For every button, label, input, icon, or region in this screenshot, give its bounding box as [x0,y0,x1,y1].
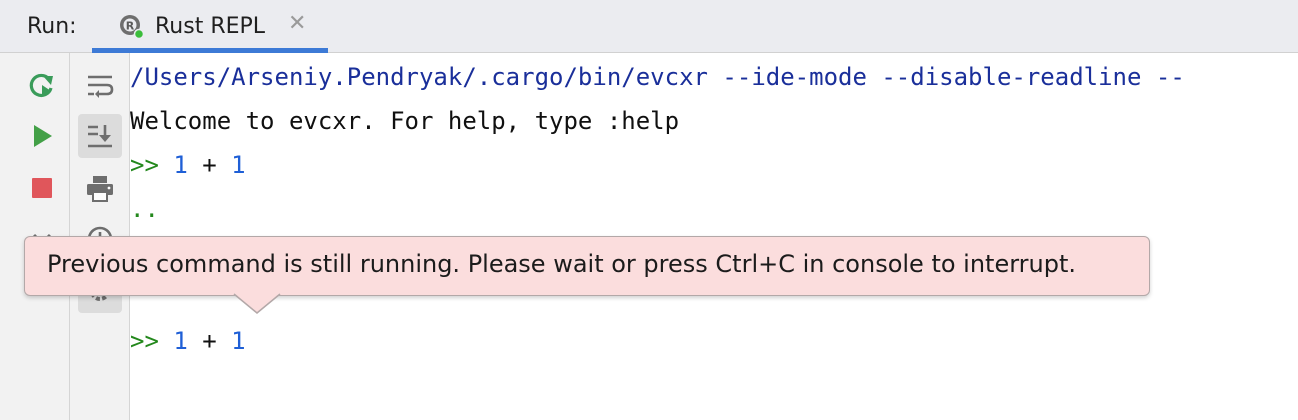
run-button[interactable] [20,114,64,158]
rust-repl-icon: R [120,15,145,40]
console-entry: >> 1 + 1 [130,143,246,187]
tooltip-pointer [233,293,281,314]
run-toolbar: Run: R Rust REPL ✕ [0,0,1298,53]
tooltip-message: Previous command is still running. Pleas… [47,250,1077,278]
run-icon [34,125,52,147]
welcome-message: Welcome to evcxr. For help, type :help [130,107,680,135]
tab-rust-repl[interactable]: R Rust REPL ✕ [92,0,328,53]
rerun-icon [29,73,53,98]
command-line: /Users/Arseniy.Pendryak/.cargo/bin/evcxr… [130,63,1185,91]
operand: 1 [173,151,188,179]
svg-text:R: R [126,20,135,33]
tab-title: Rust REPL [155,14,266,39]
print-button[interactable] [78,166,122,210]
error-tooltip: Previous command is still running. Pleas… [24,236,1150,296]
stop-button[interactable] [20,166,64,210]
operator: + [202,327,217,355]
continuation-prompt: .. [130,195,159,223]
console-entry: >> 1 + 1 [130,319,246,363]
scroll-to-end-icon [88,125,112,148]
operand: 1 [231,151,246,179]
operand: 1 [231,327,246,355]
print-icon [87,176,113,202]
run-label: Run: [27,14,77,39]
soft-wrap-button[interactable] [78,63,122,107]
prompt: >> [130,327,159,355]
stop-icon [32,178,52,198]
operand: 1 [173,327,188,355]
operator: + [202,151,217,179]
soft-wrap-icon [88,75,114,98]
close-tab-icon[interactable]: ✕ [288,11,306,36]
prompt: >> [130,151,159,179]
rerun-button[interactable] [20,63,64,107]
scroll-to-end-button[interactable] [78,114,122,158]
